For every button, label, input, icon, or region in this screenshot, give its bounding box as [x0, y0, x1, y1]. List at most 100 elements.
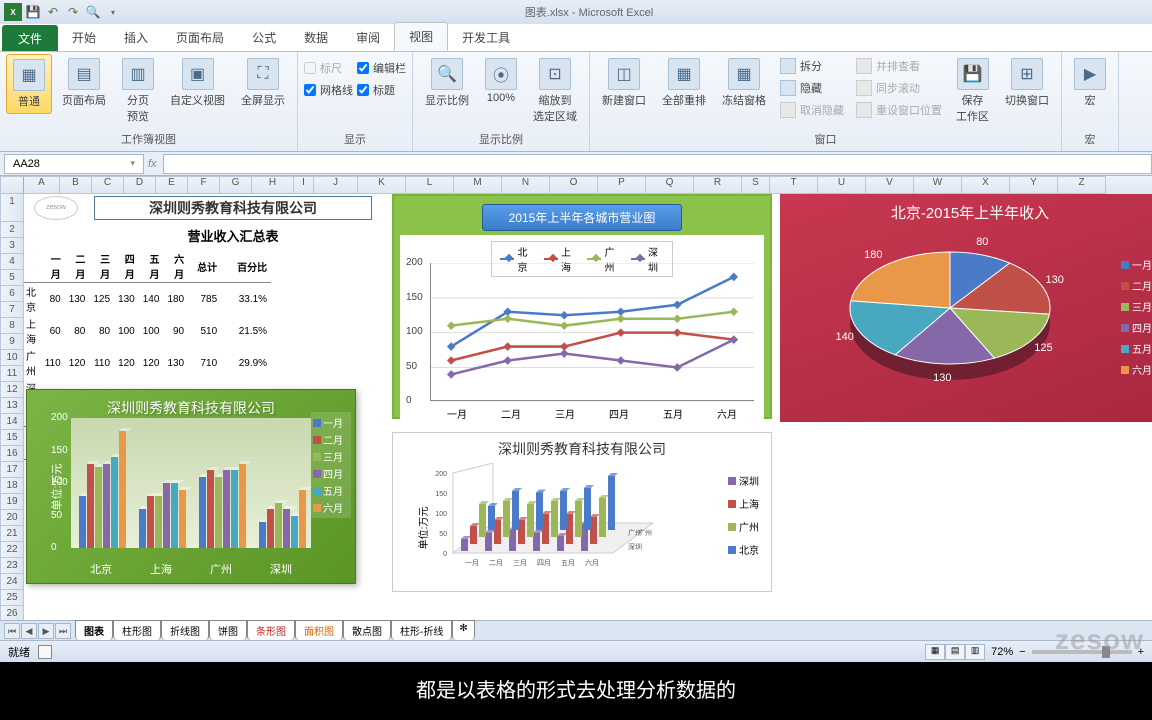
col-header[interactable]: Q: [646, 176, 694, 194]
formula-input[interactable]: [163, 154, 1152, 174]
tab-formulas[interactable]: 公式: [238, 24, 290, 51]
sheet-tab[interactable]: 柱形-折线: [391, 620, 452, 640]
chart-bar3d-months[interactable]: 深圳则秀教育科技有限公司 单位:万元 050100150200一月二月三月四月五…: [392, 432, 772, 592]
col-header[interactable]: Y: [1010, 176, 1058, 194]
normal-view-button[interactable]: ▦普通: [6, 54, 52, 114]
row-header[interactable]: 21: [0, 526, 24, 542]
zoom-out-button[interactable]: −: [1019, 646, 1025, 658]
col-header[interactable]: B: [60, 176, 92, 194]
arrange-all-button[interactable]: ▦全部重排: [656, 54, 712, 112]
gridlines-checkbox[interactable]: 网格线: [304, 82, 353, 98]
qat-dropdown-icon[interactable]: ▾: [104, 3, 122, 21]
row-header[interactable]: 24: [0, 574, 24, 590]
col-header[interactable]: O: [550, 176, 598, 194]
hide-button[interactable]: 隐藏: [776, 78, 848, 98]
row-header[interactable]: 3: [0, 238, 24, 254]
col-header[interactable]: K: [358, 176, 406, 194]
col-header[interactable]: H: [252, 176, 294, 194]
row-header[interactable]: 23: [0, 558, 24, 574]
select-all-corner[interactable]: [0, 176, 24, 194]
tab-insert[interactable]: 插入: [110, 24, 162, 51]
row-header[interactable]: 14: [0, 414, 24, 430]
sheet-tab[interactable]: 条形图: [247, 620, 295, 640]
row-header[interactable]: 15: [0, 430, 24, 446]
col-header[interactable]: X: [962, 176, 1010, 194]
fx-icon[interactable]: fx: [148, 158, 157, 170]
sheet-tab[interactable]: 散点图: [343, 620, 391, 640]
col-header[interactable]: R: [694, 176, 742, 194]
sheet-nav-next[interactable]: ▶: [38, 623, 54, 639]
sheet-nav-prev[interactable]: ◀: [21, 623, 37, 639]
worksheet-grid[interactable]: ABCDEFGHIJKLMNOPQRSTUVWXYZ 1234567891011…: [0, 176, 1152, 620]
save-icon[interactable]: 💾: [24, 3, 42, 21]
col-header[interactable]: W: [914, 176, 962, 194]
sheet-tab[interactable]: 图表: [75, 620, 113, 640]
sheet-tab[interactable]: 柱形图: [113, 620, 161, 640]
zoom-percent[interactable]: 72%: [991, 646, 1013, 658]
col-header[interactable]: V: [866, 176, 914, 194]
tab-developer[interactable]: 开发工具: [448, 24, 524, 51]
zoom-selection-button[interactable]: ⊡缩放到 选定区域: [527, 54, 583, 128]
row-header[interactable]: 4: [0, 254, 24, 270]
printpreview-icon[interactable]: 🔍: [84, 3, 102, 21]
row-header[interactable]: 1: [0, 194, 24, 222]
chart-bar3d-cities[interactable]: 深圳则秀教育科技有限公司 单位:万元 一月二月三月四月五月六月 北京上海广州深圳…: [26, 389, 356, 584]
row-header[interactable]: 25: [0, 590, 24, 606]
insert-sheet-button[interactable]: ✻: [452, 620, 474, 640]
tab-pagelayout[interactable]: 页面布局: [162, 24, 238, 51]
col-header[interactable]: L: [406, 176, 454, 194]
col-header[interactable]: E: [156, 176, 188, 194]
page-break-button[interactable]: ▥分页 预览: [116, 54, 160, 128]
row-header[interactable]: 16: [0, 446, 24, 462]
col-header[interactable]: G: [220, 176, 252, 194]
sheet-tab[interactable]: 面积图: [295, 620, 343, 640]
name-box[interactable]: AA28▾: [4, 154, 144, 174]
sheet-nav-first[interactable]: ⏮: [4, 623, 20, 639]
chart-pie3d-beijing[interactable]: 北京-2015年上半年收入 一月二月三月四月五月六月 8013012513014…: [780, 194, 1152, 422]
col-header[interactable]: C: [92, 176, 124, 194]
col-header[interactable]: J: [314, 176, 358, 194]
tab-review[interactable]: 审阅: [342, 24, 394, 51]
row-header[interactable]: 13: [0, 398, 24, 414]
formula-bar-checkbox[interactable]: 编辑栏: [357, 60, 406, 76]
col-header[interactable]: D: [124, 176, 156, 194]
row-header[interactable]: 10: [0, 350, 24, 366]
zoom-button[interactable]: 🔍显示比例: [419, 54, 475, 112]
row-header[interactable]: 22: [0, 542, 24, 558]
full-screen-button[interactable]: ⛶全屏显示: [235, 54, 291, 112]
sheet-nav-last[interactable]: ⏭: [55, 623, 71, 639]
row-header[interactable]: 8: [0, 318, 24, 334]
row-header[interactable]: 11: [0, 366, 24, 382]
tab-view[interactable]: 视图: [394, 22, 448, 51]
zoom-100-button[interactable]: ⦿100%: [479, 54, 523, 108]
tab-data[interactable]: 数据: [290, 24, 342, 51]
tab-home[interactable]: 开始: [58, 24, 110, 51]
col-header[interactable]: T: [770, 176, 818, 194]
col-header[interactable]: A: [24, 176, 60, 194]
undo-icon[interactable]: ↶: [44, 3, 62, 21]
col-header[interactable]: N: [502, 176, 550, 194]
save-workspace-button[interactable]: 💾保存 工作区: [950, 54, 995, 128]
col-header[interactable]: F: [188, 176, 220, 194]
macro-record-icon[interactable]: [38, 645, 52, 659]
col-header[interactable]: P: [598, 176, 646, 194]
row-header[interactable]: 26: [0, 606, 24, 620]
col-header[interactable]: S: [742, 176, 770, 194]
headings-checkbox[interactable]: 标题: [357, 82, 406, 98]
row-header[interactable]: 20: [0, 510, 24, 526]
row-header[interactable]: 18: [0, 478, 24, 494]
split-button[interactable]: 拆分: [776, 56, 848, 76]
row-header[interactable]: 7: [0, 302, 24, 318]
row-header[interactable]: 17: [0, 462, 24, 478]
view-layout-icon[interactable]: ▤: [945, 644, 965, 660]
sheet-tab[interactable]: 饼图: [209, 620, 247, 640]
col-header[interactable]: Z: [1058, 176, 1106, 194]
chart-line-cities[interactable]: 2015年上半年各城市营业图 北京上海广州深圳 一月二月三月四月五月六月 050…: [392, 194, 772, 419]
col-header[interactable]: M: [454, 176, 502, 194]
row-header[interactable]: 9: [0, 334, 24, 350]
row-header[interactable]: 19: [0, 494, 24, 510]
row-header[interactable]: 5: [0, 270, 24, 286]
row-header[interactable]: 2: [0, 222, 24, 238]
view-break-icon[interactable]: ▥: [965, 644, 985, 660]
row-header[interactable]: 6: [0, 286, 24, 302]
